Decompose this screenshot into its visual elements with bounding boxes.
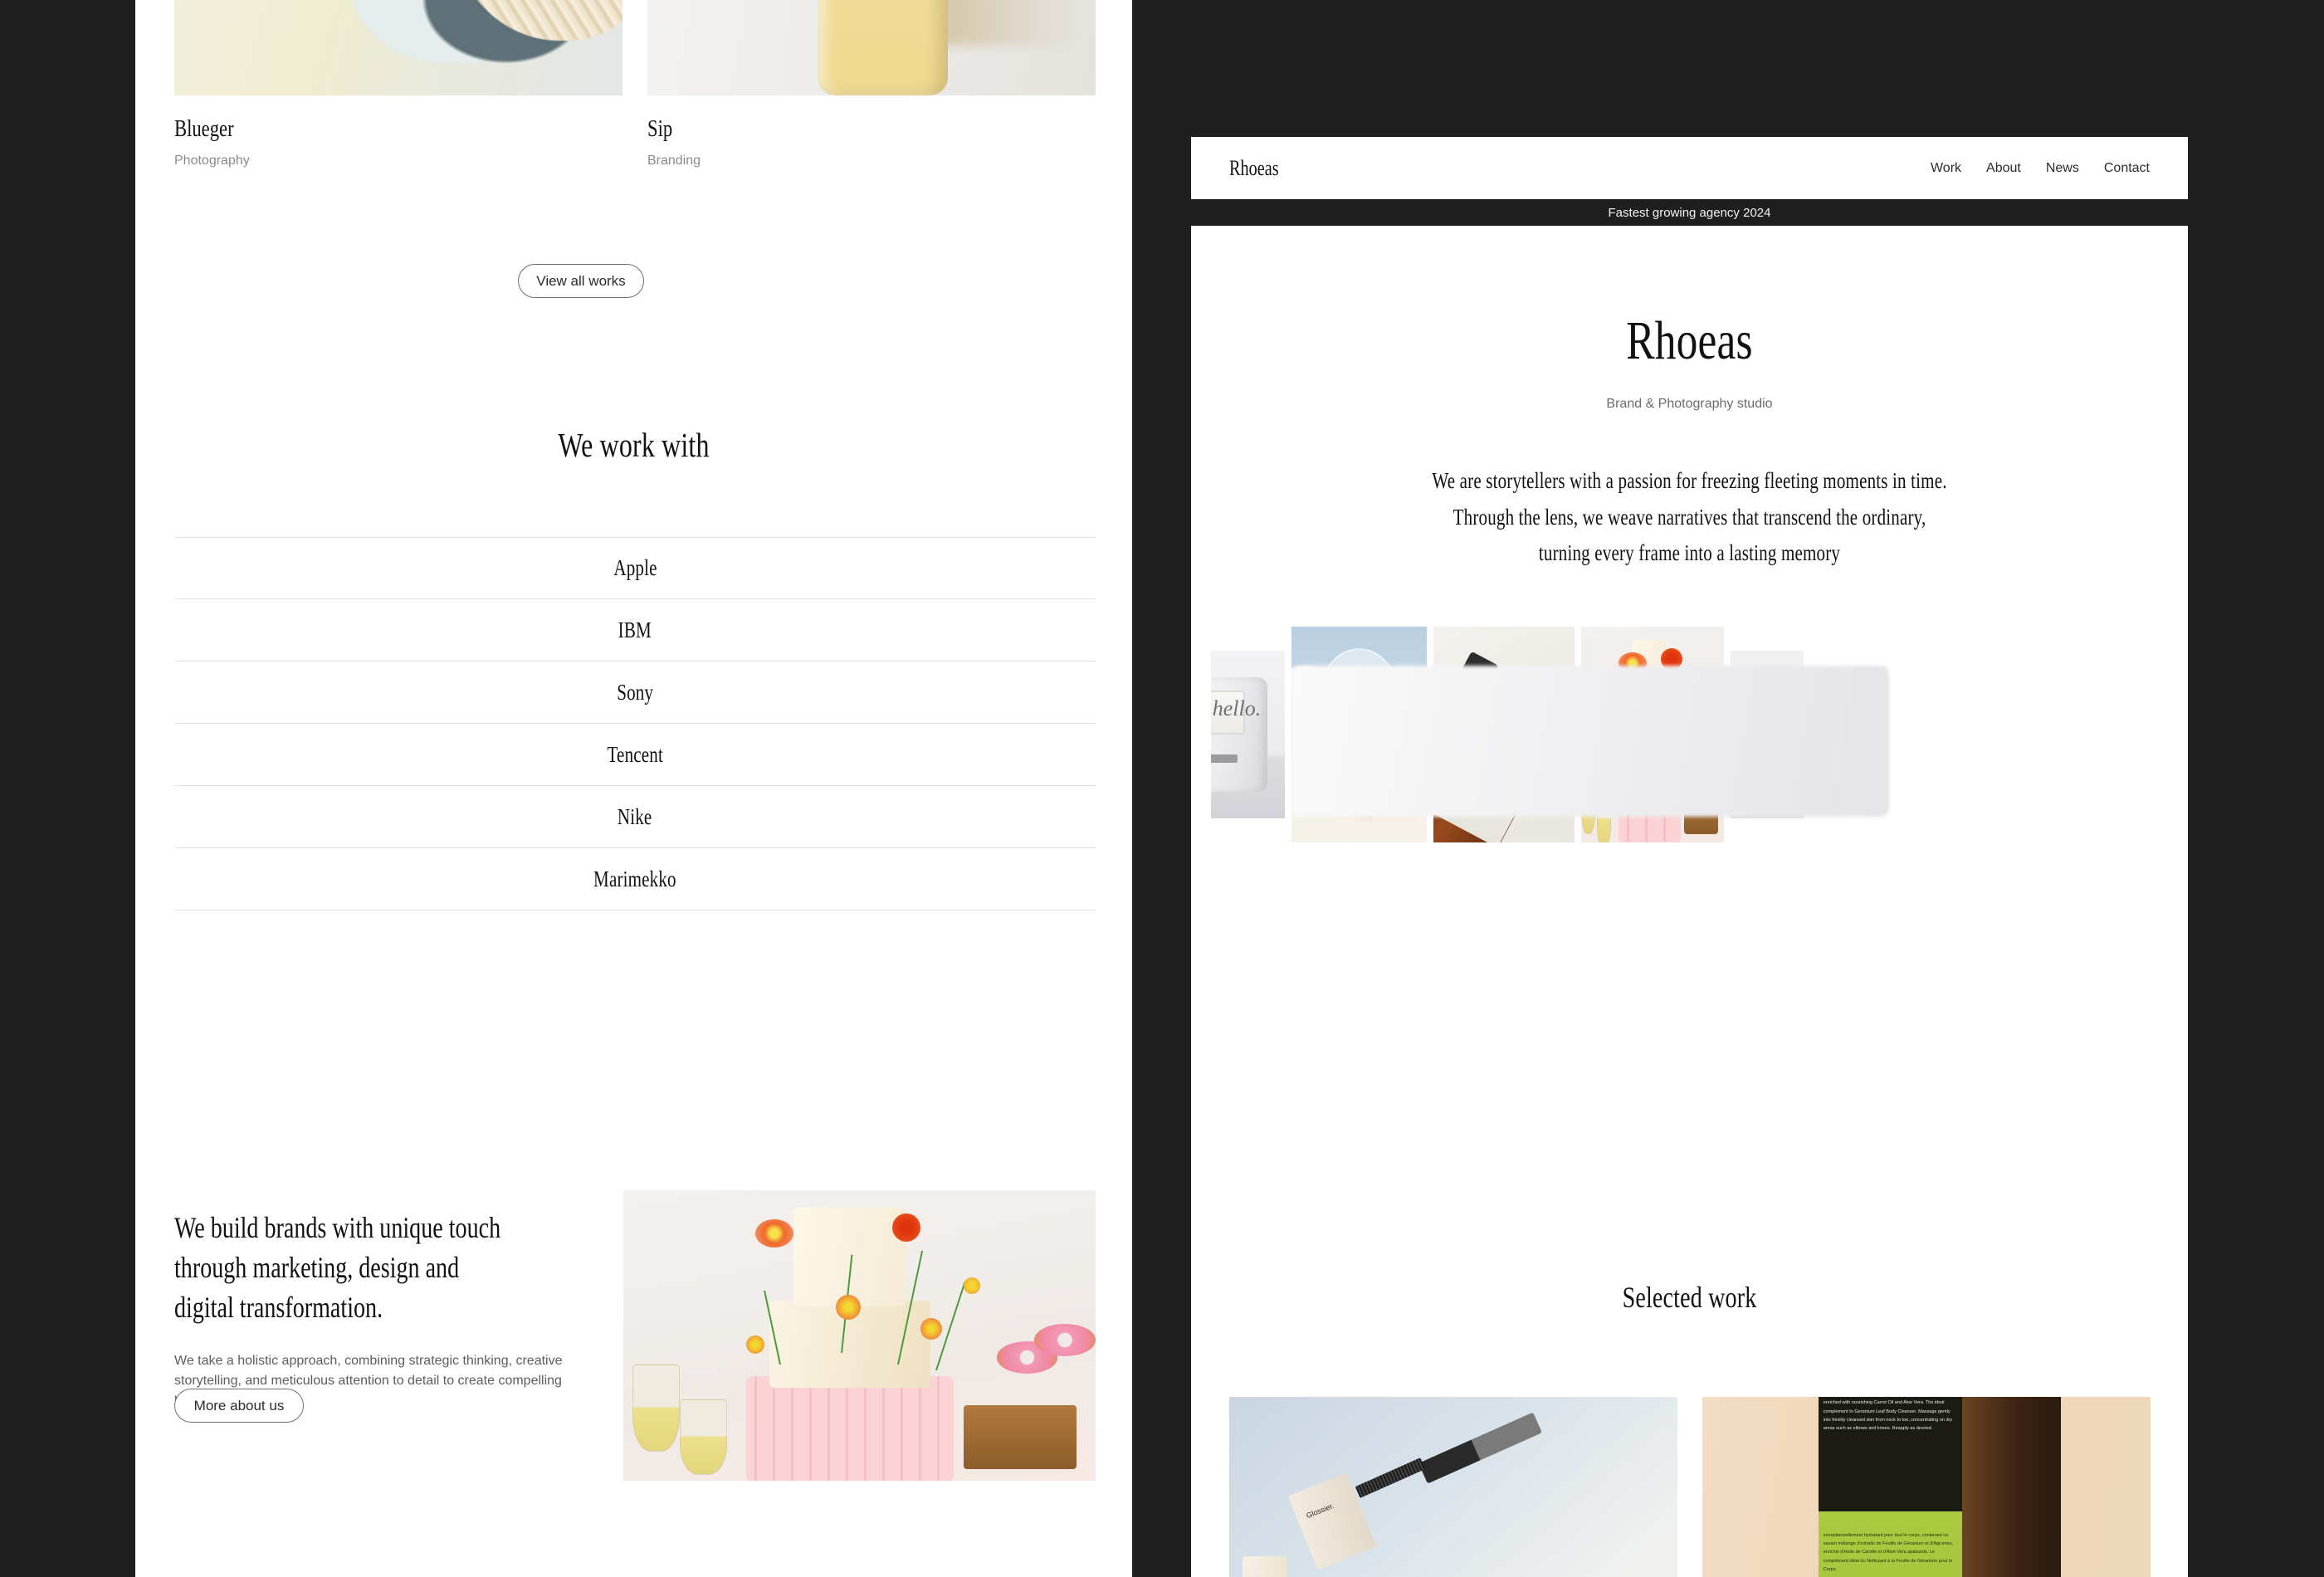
blurred-product-photo <box>1731 651 1804 818</box>
retro-macintosh-hello-photo: hello. <box>1211 651 1285 818</box>
glossier-mascara-photo: Glossier. <box>1229 1397 1677 1577</box>
view-all-works-button[interactable]: View all works <box>518 264 644 298</box>
selected-work-heading: Selected work <box>1622 1281 1757 1314</box>
floral-cake-photo <box>623 1190 1096 1481</box>
nav-item-contact[interactable]: Contact <box>2104 161 2150 176</box>
left-browser-panel: Blueger Photography APPLE JUICE 100% U.S… <box>135 0 1132 1577</box>
list-item[interactable]: Apple <box>174 537 1096 599</box>
hero-title: Rhoeas <box>1626 310 1753 371</box>
work-thumbnail-sip[interactable]: APPLE JUICE 100% U.S. GROWN FRESH APPLES… <box>647 0 1096 95</box>
work-card[interactable]: Blueger Photography <box>174 0 622 168</box>
mac-screen-text: hello. <box>1212 696 1262 720</box>
work-card[interactable]: Glossier. <box>1229 1397 1677 1577</box>
tube-text-fr: exceptionnellement hydratant pour tout l… <box>1823 1533 1953 1572</box>
screenshot-stage: Blueger Photography APPLE JUICE 100% U.S… <box>0 0 2324 1577</box>
client-name: Tencent <box>607 741 663 767</box>
announcement-banner: Fastest growing agency 2024 <box>1191 199 2188 226</box>
more-about-us-button[interactable]: More about us <box>174 1389 304 1423</box>
main-nav: Work About News Contact <box>1931 161 2150 176</box>
selected-work-grid: Glossier. exceptionally hydrating all-ov… <box>1229 1397 2151 1577</box>
work-card-title: Blueger <box>174 115 234 142</box>
carousel-slide[interactable] <box>1731 651 1804 818</box>
hero-copy-line: Through the lens, we weave narratives th… <box>1452 504 1926 530</box>
work-card-category: Branding <box>647 154 701 168</box>
work-card-title: Sip <box>647 115 673 142</box>
list-item[interactable]: IBM <box>174 599 1096 662</box>
site-header: Rhoeas Work About News Contact <box>1191 137 2188 199</box>
clients-heading: We work with <box>558 426 710 464</box>
hero-copy: We are storytellers with a passion for f… <box>1191 463 2188 572</box>
announcement-text: Fastest growing agency 2024 <box>1608 205 1771 220</box>
hero-section: Rhoeas Brand & Photography studio We are… <box>1191 226 2188 572</box>
site-logo[interactable]: Rhoeas <box>1229 157 1279 179</box>
client-name: Marimekko <box>593 866 676 891</box>
list-item[interactable]: Nike <box>174 786 1096 848</box>
nav-item-about[interactable]: About <box>1986 161 2021 176</box>
list-item[interactable]: Marimekko <box>174 848 1096 911</box>
work-thumbnail-blueger[interactable] <box>174 0 622 95</box>
client-name: IBM <box>618 617 652 642</box>
apple-juice-bottle-photo: APPLE JUICE 100% U.S. GROWN FRESH APPLES… <box>647 0 1096 95</box>
about-image[interactable] <box>623 1190 1096 1481</box>
carousel-slide[interactable]: hello. <box>1211 651 1285 818</box>
green-cosmetic-tube-photo: exceptionally hydrating all-over body cr… <box>1702 1397 2151 1577</box>
hero-subtitle: Brand & Photography studio <box>1606 397 1773 411</box>
list-item[interactable]: Tencent <box>174 724 1096 786</box>
work-card-category: Photography <box>174 154 250 168</box>
work-card[interactable]: exceptionally hydrating all-over body cr… <box>1702 1397 2151 1577</box>
about-heading: We build brands with unique touch throug… <box>174 1211 501 1324</box>
nav-item-work[interactable]: Work <box>1931 161 1961 176</box>
work-card-row: Blueger Photography APPLE JUICE 100% U.S… <box>174 0 1096 168</box>
client-name: Apple <box>613 555 657 580</box>
plate-pastry-photo <box>174 0 622 95</box>
right-browser-panel: Rhoeas Work About News Contact Fastest g… <box>1191 137 2188 1577</box>
nav-item-news[interactable]: News <box>2046 161 2079 176</box>
image-carousel[interactable]: hello. Glossier. invisible shield <box>1191 627 2188 842</box>
client-name: Nike <box>618 803 652 829</box>
list-item[interactable]: Sony <box>174 662 1096 724</box>
about-block: We build brands with unique touch throug… <box>174 1208 606 1413</box>
tube-text-en: exceptionally hydrating all-over body cr… <box>1823 1397 1953 1431</box>
work-card[interactable]: APPLE JUICE 100% U.S. GROWN FRESH APPLES… <box>647 0 1096 168</box>
client-name: Sony <box>617 679 653 705</box>
hero-copy-line: turning every frame into a lasting memor… <box>1538 540 1841 566</box>
hero-copy-line: We are storytellers with a passion for f… <box>1432 468 1947 493</box>
client-list: Apple IBM Sony Tencent Nike Marimekko <box>174 537 1096 911</box>
